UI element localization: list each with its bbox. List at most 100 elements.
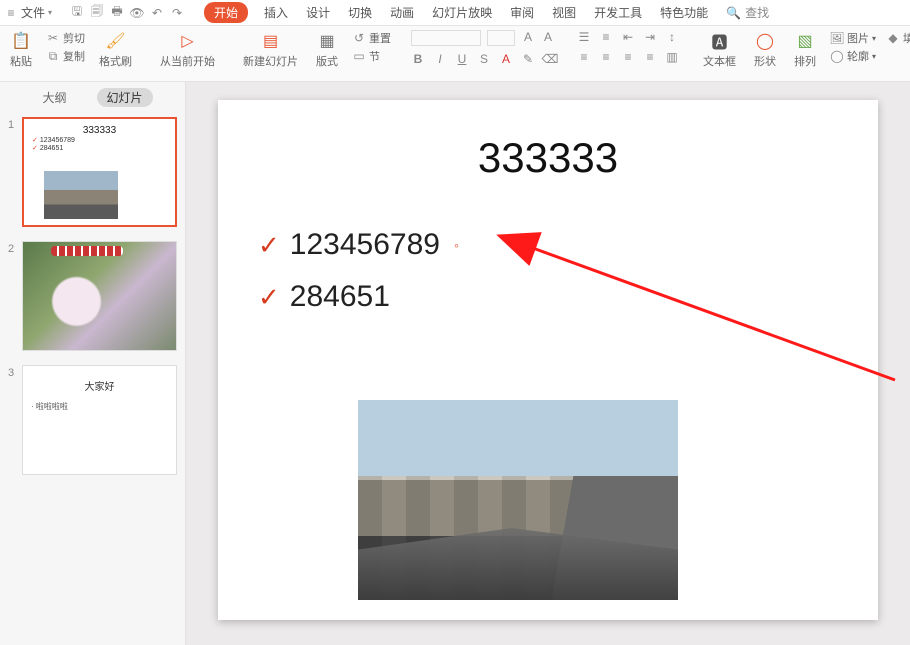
textbox-icon: 🅰 xyxy=(711,30,727,52)
ribbon: 📋 粘贴 ✂剪切 ⧉复制 🖌 格式刷 ▷ 从当前开始 ▤ 新建幻灯片 ▦ 版式 … xyxy=(0,26,910,82)
paste-label: 粘贴 xyxy=(10,53,32,69)
thumb-row: 1 333333 ✓123456789 ✓284651 xyxy=(8,117,177,227)
undo-icon[interactable]: ↶ xyxy=(150,6,164,20)
slide-title[interactable]: 333333 xyxy=(258,134,838,182)
layout-label: 版式 xyxy=(316,53,338,69)
from-current-group[interactable]: ▷ 从当前开始 xyxy=(156,30,219,69)
italic-icon[interactable]: I xyxy=(433,52,447,66)
section-label: 节 xyxy=(369,48,380,64)
fill-label: 填充 xyxy=(903,30,910,46)
clipboard-side: ✂剪切 ⧉复制 xyxy=(46,30,85,64)
print-icon[interactable]: 🖶 xyxy=(110,6,124,20)
bullet-item[interactable]: ✓ 123456789 ◦ xyxy=(258,228,838,262)
thumb-bullet: ✓284651 xyxy=(32,144,167,152)
strike-icon[interactable]: S xyxy=(477,52,491,66)
justify-icon[interactable]: ≡ xyxy=(643,50,657,64)
clear-format-icon[interactable]: ⌫ xyxy=(543,52,557,66)
side-tabs: 大纲 幻灯片 xyxy=(0,82,185,113)
search-icon: 🔍 xyxy=(726,6,741,20)
align-left-icon[interactable]: ≡ xyxy=(577,50,591,64)
slide[interactable]: 333333 ✓ 123456789 ◦ ✓ 284651 xyxy=(218,100,878,620)
slides-tab[interactable]: 幻灯片 xyxy=(97,88,153,107)
pictures-button[interactable]: 🖼图片▾ xyxy=(830,30,876,46)
outline-button[interactable]: ◯轮廓▾ xyxy=(830,48,876,64)
indent-dec-icon[interactable]: ⇤ xyxy=(621,30,635,44)
thumbnail-3[interactable]: 大家好 · 啦啦啦啦 xyxy=(22,365,177,475)
menu-bar: ≡ 文件 ▾ 🖫 🗐 🖶 👁 ↶ ↷ 开始 插入 设计 切换 动画 幻灯片放映 … xyxy=(0,0,910,26)
shapes-label: 形状 xyxy=(754,53,776,69)
fill-side: ◆填充▾ xyxy=(886,30,910,46)
align-center-icon[interactable]: ≡ xyxy=(599,50,613,64)
layout-icon: ▦ xyxy=(319,30,334,52)
cursor-dot-icon: ◦ xyxy=(454,237,459,253)
cut-button[interactable]: ✂剪切 xyxy=(46,30,85,46)
thumbnail-2[interactable] xyxy=(22,241,177,351)
bullet-text: 284651 xyxy=(290,280,390,314)
menu-icon: ≡ xyxy=(4,6,18,20)
indent-inc-icon[interactable]: ⇥ xyxy=(643,30,657,44)
slide-image[interactable] xyxy=(358,400,678,600)
check-icon: ✓ xyxy=(258,230,280,261)
scissors-icon: ✂ xyxy=(46,31,60,45)
thumb-title: 333333 xyxy=(32,125,167,136)
workspace: 大纲 幻灯片 1 333333 ✓123456789 ✓284651 2 xyxy=(0,82,910,645)
bold-icon[interactable]: B xyxy=(411,52,425,66)
paste-group[interactable]: 📋 粘贴 xyxy=(6,30,36,69)
file-menu-label: 文件 xyxy=(21,4,45,21)
check-icon: ✓ xyxy=(32,136,38,144)
tab-special[interactable]: 特色功能 xyxy=(658,2,710,23)
cut-label: 剪切 xyxy=(63,30,85,46)
numbering-icon[interactable]: ≡ xyxy=(599,30,613,44)
format-painter-group[interactable]: 🖌 格式刷 xyxy=(95,30,136,69)
layout-group[interactable]: ▦ 版式 xyxy=(312,30,342,69)
bullet-item[interactable]: ✓ 284651 xyxy=(258,280,838,314)
underline-icon[interactable]: U xyxy=(455,52,469,66)
columns-icon[interactable]: ▥ xyxy=(665,50,679,64)
align-right-icon[interactable]: ≡ xyxy=(621,50,635,64)
highlight-icon[interactable]: ✎ xyxy=(521,52,535,66)
thumbnail-1[interactable]: 333333 ✓123456789 ✓284651 xyxy=(22,117,177,227)
file-menu[interactable]: ≡ 文件 ▾ xyxy=(4,4,52,21)
bullets-icon[interactable]: ☰ xyxy=(577,30,591,44)
save-icon[interactable]: 🖫 xyxy=(70,6,84,20)
tab-dev[interactable]: 开发工具 xyxy=(592,2,644,23)
outline-tab[interactable]: 大纲 xyxy=(32,88,76,107)
shapes-group[interactable]: ◯ 形状 xyxy=(750,30,780,69)
tab-start[interactable]: 开始 xyxy=(204,2,248,23)
thumb-row: 2 xyxy=(8,241,177,351)
tab-design[interactable]: 设计 xyxy=(304,2,332,23)
redo-icon[interactable]: ↷ xyxy=(170,6,184,20)
font-color-icon[interactable]: A xyxy=(499,52,513,66)
tab-view[interactable]: 视图 xyxy=(550,2,578,23)
save-as-icon[interactable]: 🗐 xyxy=(90,6,104,20)
grow-font-icon[interactable]: A xyxy=(521,30,535,44)
textbox-label: 文本框 xyxy=(703,53,736,69)
shrink-font-icon[interactable]: A xyxy=(541,30,555,44)
tab-slideshow[interactable]: 幻灯片放映 xyxy=(430,2,494,23)
section-button[interactable]: ▭节 xyxy=(352,48,391,64)
textbox-group[interactable]: 🅰 文本框 xyxy=(699,30,740,69)
tab-animation[interactable]: 动画 xyxy=(388,2,416,23)
copy-button[interactable]: ⧉复制 xyxy=(46,48,85,64)
line-spacing-icon[interactable]: ↕ xyxy=(665,30,679,44)
format-painter-label: 格式刷 xyxy=(99,53,132,69)
search-box[interactable]: 🔍 查找 xyxy=(726,4,769,21)
print-preview-icon[interactable]: 👁 xyxy=(130,6,144,20)
paste-icon: 📋 xyxy=(11,30,31,52)
paragraph-tools: ☰ ≡ ⇤ ⇥ ↕ ≡ ≡ ≡ ≡ ▥ xyxy=(577,30,679,64)
thumb-decor xyxy=(51,246,123,256)
arrange-group[interactable]: ▧ 排列 xyxy=(790,30,820,69)
tab-transition[interactable]: 切换 xyxy=(346,2,374,23)
new-slide-group[interactable]: ▤ 新建幻灯片 xyxy=(239,30,302,69)
tab-insert[interactable]: 插入 xyxy=(262,2,290,23)
bullet-text: 123456789 xyxy=(290,228,440,262)
size-box[interactable] xyxy=(487,30,515,46)
shapes-icon: ◯ xyxy=(756,30,774,52)
reset-button[interactable]: ↺重置 xyxy=(352,30,391,46)
play-icon: ▷ xyxy=(181,30,193,52)
slide-bullets[interactable]: ✓ 123456789 ◦ ✓ 284651 xyxy=(258,228,838,314)
tab-review[interactable]: 审阅 xyxy=(508,2,536,23)
fill-button[interactable]: ◆填充▾ xyxy=(886,30,910,46)
font-box[interactable] xyxy=(411,30,481,46)
thumb-number: 3 xyxy=(8,365,16,475)
